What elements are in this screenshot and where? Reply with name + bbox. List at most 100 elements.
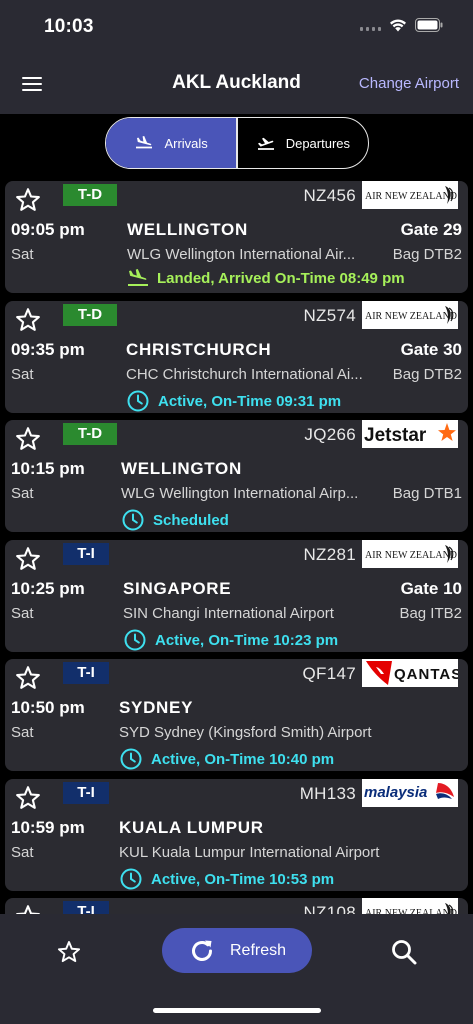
flight-card[interactable]: T-I NZ108 AIR NEW ZEALAND xyxy=(5,898,468,914)
star-favorite-icon[interactable] xyxy=(14,425,42,453)
gate: Gate 29 xyxy=(400,220,462,239)
terminal-badge: T-I xyxy=(63,543,109,565)
tab-departures-label: Departures xyxy=(285,135,351,151)
arrival-day: Sat xyxy=(11,605,34,622)
arrival-day: Sat xyxy=(11,724,34,741)
flight-status: Active, On-Time 10:23 pm xyxy=(123,628,338,652)
gate: Gate 10 xyxy=(400,579,462,598)
svg-text:QANTAS: QANTAS xyxy=(394,666,458,683)
gate: Gate 30 xyxy=(400,340,462,359)
origin-city: SYDNEY xyxy=(119,698,194,717)
air-new-zealand-logo: AIR NEW ZEALAND xyxy=(362,301,458,329)
app-header: AKL Auckland Change Airport xyxy=(0,56,473,114)
clock-icon xyxy=(124,629,146,651)
origin-city: WELLINGTON xyxy=(127,220,248,239)
flight-status-text: Active, On-Time 10:53 pm xyxy=(151,870,335,888)
flight-number: JQ266 xyxy=(304,425,356,444)
plane-departure-icon xyxy=(257,137,274,150)
arrival-time: 10:25 pm xyxy=(11,579,85,598)
arrival-day: Sat xyxy=(11,246,34,263)
origin-airport: SIN Changi International Airport xyxy=(123,605,334,622)
flight-number: NZ574 xyxy=(303,306,356,325)
flight-card[interactable]: T-D NZ574 AIR NEW ZEALAND 09:35 pm Sat C… xyxy=(5,301,468,413)
arrival-time: 10:15 pm xyxy=(11,459,85,478)
baggage-belt: Bag DTB1 xyxy=(392,485,462,502)
clock: 10:03 xyxy=(44,16,94,37)
flight-card[interactable]: T-I NZ281 AIR NEW ZEALAND 10:25 pm Sat S… xyxy=(5,540,468,652)
flight-card[interactable]: T-I MH133 malaysia 10:59 pm Sat KUALA LU… xyxy=(5,779,468,891)
search-icon[interactable] xyxy=(390,938,418,966)
baggage-belt: Bag DTB2 xyxy=(392,246,462,263)
home-indicator xyxy=(153,1008,321,1013)
origin-airport: WLG Wellington International Airp... xyxy=(121,485,359,502)
svg-text:AIR NEW ZEALAND: AIR NEW ZEALAND xyxy=(365,191,457,202)
flight-status-text: Active, On-Time 10:23 pm xyxy=(155,631,339,649)
flight-status: Scheduled xyxy=(121,508,229,532)
terminal-badge: T-D xyxy=(63,184,117,206)
bottom-toolbar: Refresh xyxy=(0,914,473,1024)
terminal-badge: T-D xyxy=(63,423,117,445)
favorites-star-icon[interactable] xyxy=(56,939,82,965)
wifi-icon xyxy=(389,18,407,32)
arrivals-departures-toggle: Arrivals Departures xyxy=(105,117,369,169)
refresh-icon xyxy=(192,940,212,961)
flight-number: NZ456 xyxy=(303,186,356,205)
air-new-zealand-logo: AIR NEW ZEALAND xyxy=(362,540,458,568)
arrival-day: Sat xyxy=(11,485,34,502)
flight-number: QF147 xyxy=(302,664,356,683)
arrival-time: 10:50 pm xyxy=(11,698,85,717)
origin-airport: SYD Sydney (Kingsford Smith) Airport xyxy=(119,724,372,741)
arrival-day: Sat xyxy=(11,366,34,383)
change-airport-button[interactable]: Change Airport xyxy=(359,75,459,92)
svg-text:malaysia: malaysia xyxy=(364,784,427,801)
malaysia-airlines-logo: malaysia xyxy=(362,779,458,807)
tab-departures[interactable]: Departures xyxy=(238,118,368,168)
flight-status-text: Landed, Arrived On-Time 08:49 pm xyxy=(157,269,405,287)
flight-card[interactable]: T-D NZ456 AIR NEW ZEALAND 09:05 pm Sat W… xyxy=(5,181,468,293)
star-favorite-icon[interactable] xyxy=(14,784,42,812)
terminal-badge: T-I xyxy=(63,782,109,804)
flight-card[interactable]: T-D JQ266 Jetstar 10:15 pm Sat WELLINGTO… xyxy=(5,420,468,532)
clock-icon xyxy=(127,390,149,412)
origin-city: KUALA LUMPUR xyxy=(119,818,264,837)
signal-icon xyxy=(360,19,381,31)
flight-status: Active, On-Time 09:31 pm xyxy=(126,389,341,413)
star-favorite-icon[interactable] xyxy=(14,306,42,334)
tab-arrivals[interactable]: Arrivals xyxy=(106,118,237,168)
flight-number: MH133 xyxy=(299,784,356,803)
plane-landing-icon xyxy=(128,269,148,286)
clock-icon xyxy=(120,868,142,890)
origin-city: WELLINGTON xyxy=(121,459,242,478)
terminal-badge: T-D xyxy=(63,304,117,326)
origin-airport: CHC Christchurch International Ai... xyxy=(126,366,363,383)
arrival-time: 10:59 pm xyxy=(11,818,85,837)
flight-status: Active, On-Time 10:40 pm xyxy=(119,747,334,771)
arrival-time: 09:35 pm xyxy=(11,340,85,359)
origin-city: CHRISTCHURCH xyxy=(126,340,272,359)
origin-city: SINGAPORE xyxy=(123,579,232,598)
star-favorite-icon[interactable] xyxy=(14,903,42,914)
star-favorite-icon[interactable] xyxy=(14,545,42,573)
origin-airport: WLG Wellington International Air... xyxy=(127,246,356,263)
flight-status: Active, On-Time 10:53 pm xyxy=(119,867,334,891)
status-bar: 10:03 xyxy=(0,0,473,56)
svg-text:AIR NEW ZEALAND: AIR NEW ZEALAND xyxy=(365,550,457,561)
baggage-belt: Bag DTB2 xyxy=(392,366,462,383)
refresh-button[interactable]: Refresh xyxy=(162,928,312,973)
svg-text:AIR NEW ZEALAND: AIR NEW ZEALAND xyxy=(365,311,457,322)
star-favorite-icon[interactable] xyxy=(14,186,42,214)
clock-icon xyxy=(122,509,144,531)
flight-status-text: Active, On-Time 10:40 pm xyxy=(151,750,335,768)
plane-arrival-icon xyxy=(136,136,153,149)
flight-list[interactable]: T-D NZ456 AIR NEW ZEALAND 09:05 pm Sat W… xyxy=(0,178,473,914)
baggage-belt: Bag ITB2 xyxy=(399,605,462,622)
tab-arrivals-label: Arrivals xyxy=(164,135,208,151)
flight-card[interactable]: T-I QF147 QANTAS 10:50 pm Sat SYDNEY SYD… xyxy=(5,659,468,771)
terminal-badge: T-I xyxy=(63,662,109,684)
arrival-time: 09:05 pm xyxy=(11,220,85,239)
star-favorite-icon[interactable] xyxy=(14,664,42,692)
flight-number: NZ281 xyxy=(303,545,356,564)
refresh-label: Refresh xyxy=(229,941,287,959)
flight-number: NZ108 xyxy=(303,903,356,914)
air-new-zealand-logo: AIR NEW ZEALAND xyxy=(362,898,458,914)
